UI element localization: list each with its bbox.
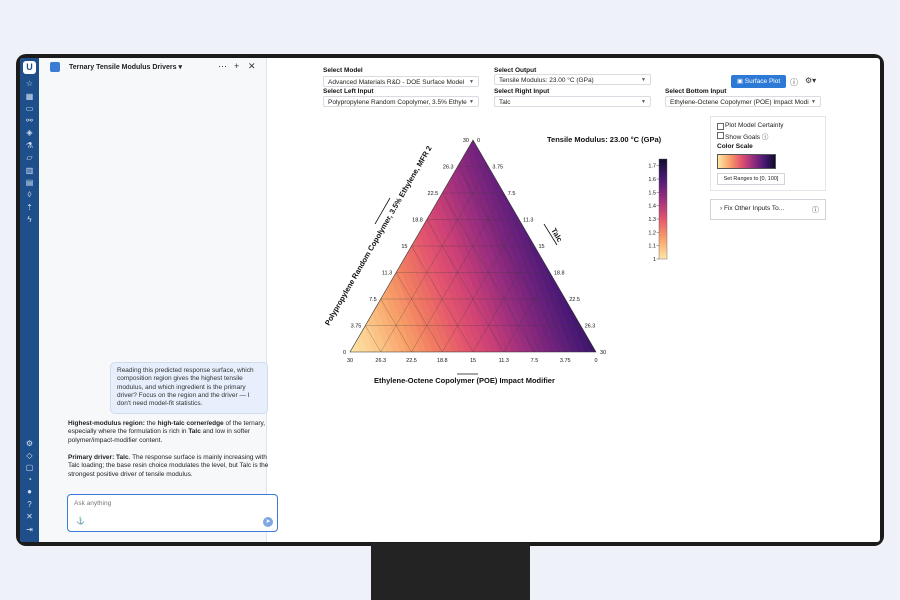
right-axis-tick-label: 26.3 xyxy=(585,324,596,330)
colorbar-tick-label: 1.3 xyxy=(648,217,656,223)
chart-title: Tensile Modulus: 23.00 °C (GPa) xyxy=(547,135,662,144)
bottom-axis-tick-label: 0 xyxy=(594,358,597,364)
bottom-axis-tick-label: 3.75 xyxy=(560,358,571,364)
colorbar xyxy=(658,158,668,260)
right-axis-tick-label: 22.5 xyxy=(569,297,580,303)
bottom-axis-tick-label: 7.5 xyxy=(531,358,539,364)
colorbar-tick-label: 1.6 xyxy=(648,177,656,183)
right-axis-tick-label: 18.8 xyxy=(554,271,565,277)
colorbar-tick-label: 1.1 xyxy=(648,244,656,250)
surface-stripe xyxy=(350,140,358,352)
left-axis-tick-label: 22.5 xyxy=(428,191,439,197)
colorbar-tick-label: 1.4 xyxy=(648,204,656,210)
bottom-axis-tick-label: 15 xyxy=(470,358,476,364)
bottom-axis-tick-label: 30 xyxy=(347,358,353,364)
left-axis-tick-label: 3.75 xyxy=(351,324,362,330)
right-axis-tick-label: 0 xyxy=(477,138,480,144)
bottom-axis-tick-label: 11.3 xyxy=(499,358,509,364)
right-axis-tick-label: 11.3 xyxy=(523,218,533,224)
surface-fill xyxy=(350,140,596,352)
left-axis-tick-label: 15 xyxy=(401,244,407,250)
left-axis-tick-label: 11.3 xyxy=(382,271,392,277)
colorbar-tick-label: 1.5 xyxy=(648,190,656,196)
ternary-plot[interactable]: 0 30303.75 26.326.37.5 22.522.511.3 18.818.8… xyxy=(20,58,880,542)
right-axis-tick-label: 30 xyxy=(600,350,606,356)
surface-stripe xyxy=(350,140,364,352)
monitor-stand xyxy=(371,543,530,600)
colorbar-tick-label: 1.7 xyxy=(648,164,656,170)
right-axis-tick-label: 7.5 xyxy=(508,191,516,197)
bottom-axis-title: Ethylene-Octene Copolymer (POE) Impact M… xyxy=(374,376,555,385)
app-screen: U ☆ ▦ ▭ ⚯ ◈ ⚗ ▱ ▥ ▤ ◊ ⇡ ϟ ⚙ ◇ ▢ ◔ ● ? ✕ … xyxy=(20,58,880,542)
bottom-axis-tick-label: 18.8 xyxy=(437,358,448,364)
colorbar-tick-label: 1.2 xyxy=(648,230,656,236)
right-axis-tick-label: 15 xyxy=(539,244,545,250)
left-axis-tick-label: 18.8 xyxy=(412,218,423,224)
left-axis-tick-label: 26.3 xyxy=(443,165,454,171)
left-axis-tick-label: 30 xyxy=(463,138,469,144)
right-axis-title: Talc xyxy=(549,227,564,244)
left-axis-tick-label: 7.5 xyxy=(369,297,377,303)
right-axis-tick-label: 3.75 xyxy=(492,165,503,171)
bottom-axis-tick-label: 26.3 xyxy=(375,358,386,364)
left-axis-tick-label: 0 xyxy=(343,350,346,356)
colorbar-tick-label: 1 xyxy=(653,257,656,263)
surface-stripe xyxy=(350,140,397,352)
bottom-axis-tick-label: 22.5 xyxy=(406,358,417,364)
